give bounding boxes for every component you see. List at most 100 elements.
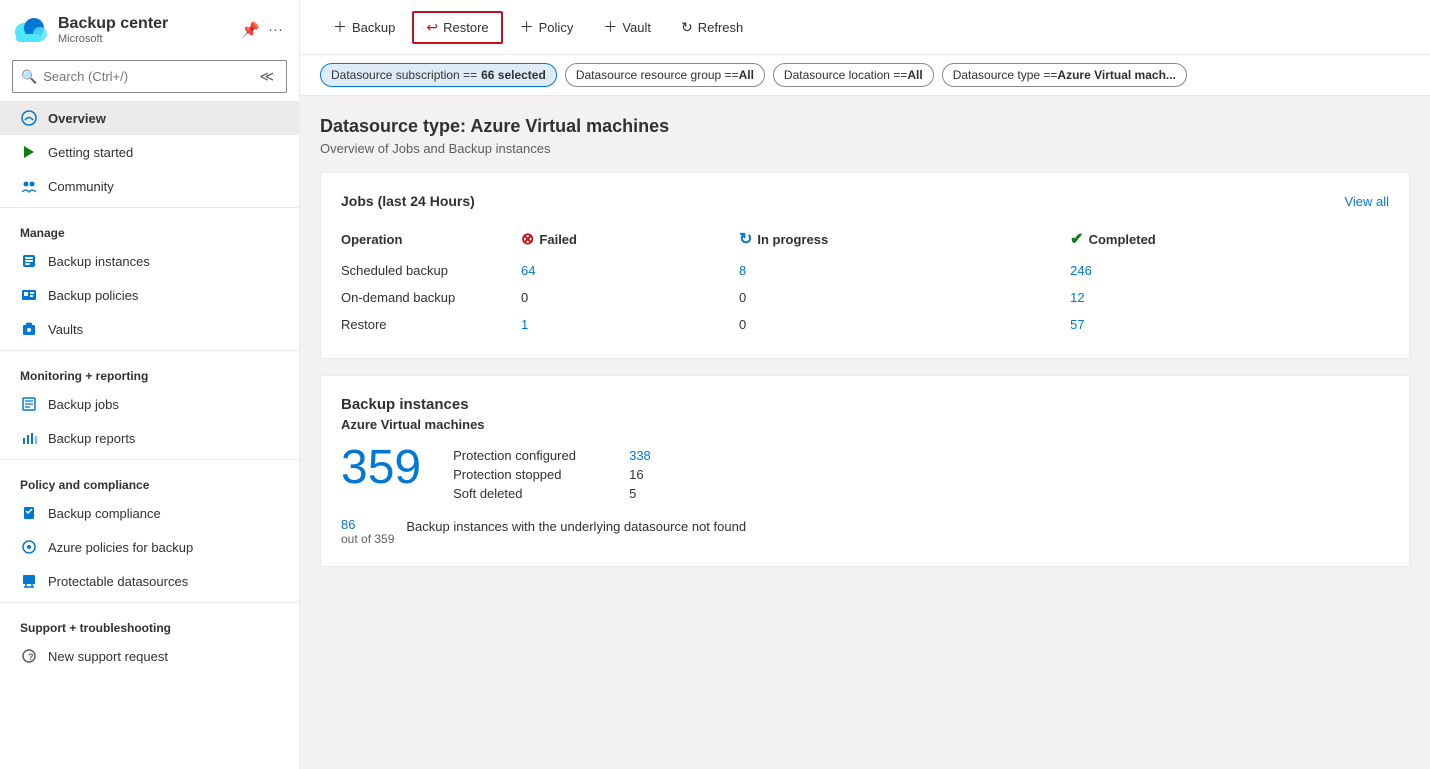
job-operation-restore: Restore [341,311,521,338]
protection-configured-value[interactable]: 338 [629,448,651,463]
vault-plus-icon: ＋ [603,17,617,37]
sidebar-item-overview[interactable]: Overview [0,101,299,135]
col-completed: ✔ Completed [1070,225,1389,257]
job-completed-ondemand-value[interactable]: 12 [1070,290,1084,305]
filter-loc-label: Datasource location == [784,68,907,82]
support-icon: ? [20,647,38,665]
job-inprogress-restore: 0 [739,311,1070,338]
restore-label: Restore [443,20,489,35]
community-icon [20,177,38,195]
search-input[interactable] [43,69,249,84]
job-failed-ondemand-value: 0 [521,290,528,305]
sidebar-item-backup-policies-label: Backup policies [48,288,138,303]
sidebar-item-backup-compliance[interactable]: Backup compliance [0,496,299,530]
policy-plus-icon: ＋ [520,17,534,37]
backup-instances-card: Backup instances Azure Virtual machines … [320,375,1410,567]
filter-subscription-label: Datasource subscription == [331,68,477,82]
sidebar-item-azure-policies[interactable]: Azure policies for backup [0,530,299,564]
svg-text:?: ? [28,652,34,662]
filter-subscription[interactable]: Datasource subscription == 66 selected [320,63,557,87]
table-row: Scheduled backup 64 8 246 [341,257,1389,284]
more-icon[interactable]: ··· [268,21,283,39]
backup-compliance-icon [20,504,38,522]
footer-count-block: 86 out of 359 [341,517,394,546]
footer-count-num[interactable]: 86 [341,517,394,532]
sidebar-item-getting-started[interactable]: Getting started [0,135,299,169]
jobs-table: Operation ⊗ Failed ↻ In progress [341,225,1389,338]
instances-total-count[interactable]: 359 [341,444,421,492]
filter-rg-value: All [739,68,754,82]
support-section-label: Support + troubleshooting [0,607,299,639]
page-title: Datasource type: Azure Virtual machines [320,116,1410,137]
sidebar-item-azure-policies-label: Azure policies for backup [48,540,193,555]
restore-button[interactable]: ↩ Restore [412,11,502,44]
protection-configured-label: Protection configured [453,448,613,463]
jobs-card: Jobs (last 24 Hours) View all Operation … [320,172,1410,359]
sidebar-item-backup-reports[interactable]: Backup reports [0,421,299,455]
sidebar-item-backup-compliance-label: Backup compliance [48,506,161,521]
job-failed-scheduled-value[interactable]: 64 [521,263,535,278]
getting-started-icon [20,143,38,161]
job-failed-restore: 1 [521,311,739,338]
backup-instances-icon [20,252,38,270]
sidebar-item-protectable-datasources[interactable]: Protectable datasources [0,564,299,598]
job-failed-restore-value[interactable]: 1 [521,317,528,332]
policy-label: Policy [539,20,574,35]
page-subtitle: Overview of Jobs and Backup instances [320,141,1410,156]
failed-icon: ⊗ [521,229,534,249]
protection-stopped-label: Protection stopped [453,467,613,482]
sidebar-item-vaults-label: Vaults [48,322,83,337]
job-completed-scheduled-value[interactable]: 246 [1070,263,1092,278]
col-failed-label: Failed [539,232,577,247]
sidebar-item-backup-jobs[interactable]: Backup jobs [0,387,299,421]
vault-label: Vault [622,20,651,35]
job-inprogress-ondemand: 0 [739,284,1070,311]
list-item: Soft deleted 5 [453,486,651,501]
table-row: On-demand backup 0 0 12 [341,284,1389,311]
job-completed-restore-value[interactable]: 57 [1070,317,1084,332]
refresh-icon: ↻ [681,19,693,36]
app-title-block: Backup center Microsoft [58,15,231,45]
inprogress-icon: ↻ [739,229,752,249]
filter-location[interactable]: Datasource location == All [773,63,934,87]
col-operation: Operation [341,225,521,257]
policy-section-label: Policy and compliance [0,464,299,496]
table-row: Restore 1 0 57 [341,311,1389,338]
vaults-icon [20,320,38,338]
job-operation-scheduled: Scheduled backup [341,257,521,284]
sidebar-item-new-support[interactable]: ? New support request [0,639,299,673]
filter-type[interactable]: Datasource type == Azure Virtual mach... [942,63,1187,87]
backup-label: Backup [352,20,395,35]
filter-resource-group[interactable]: Datasource resource group == All [565,63,765,87]
azure-policies-icon [20,538,38,556]
protectable-datasources-icon [20,572,38,590]
pin-icon[interactable]: 📌 [241,21,260,39]
sidebar-item-backup-instances[interactable]: Backup instances [0,244,299,278]
sidebar: Backup center Microsoft 📌 ··· 🔍 ≪ Overvi… [0,0,300,769]
sidebar-item-community-label: Community [48,179,114,194]
filter-subscription-value: 66 selected [481,68,546,82]
app-subtitle: Microsoft [58,33,231,45]
instances-body: 359 Protection configured 338 Protection… [341,444,1389,501]
job-inprogress-scheduled-value[interactable]: 8 [739,263,746,278]
collapse-button[interactable]: ≪ [255,66,278,87]
vault-button[interactable]: ＋ Vault [590,10,664,44]
main-content: ＋ Backup ↩ Restore ＋ Policy ＋ Vault ↻ Re… [300,0,1430,769]
footer-count-denom: out of 359 [341,532,394,546]
sidebar-item-backup-policies[interactable]: Backup policies [0,278,299,312]
policy-button[interactable]: ＋ Policy [507,10,587,44]
backup-instances-title: Backup instances [341,396,1389,413]
instances-details: Protection configured 338 Protection sto… [453,444,651,501]
sidebar-item-vaults[interactable]: Vaults [0,312,299,346]
list-item: Protection configured 338 [453,448,651,463]
search-box: 🔍 ≪ [12,60,287,93]
filter-rg-label: Datasource resource group == [576,68,739,82]
job-inprogress-restore-value: 0 [739,317,746,332]
job-completed-scheduled: 246 [1070,257,1389,284]
protection-stopped-value: 16 [629,467,643,482]
backup-button[interactable]: ＋ Backup [320,10,408,44]
jobs-view-all[interactable]: View all [1344,194,1389,209]
instances-footer: 86 out of 359 Backup instances with the … [341,517,1389,546]
refresh-button[interactable]: ↻ Refresh [668,12,756,43]
sidebar-item-community[interactable]: Community [0,169,299,203]
